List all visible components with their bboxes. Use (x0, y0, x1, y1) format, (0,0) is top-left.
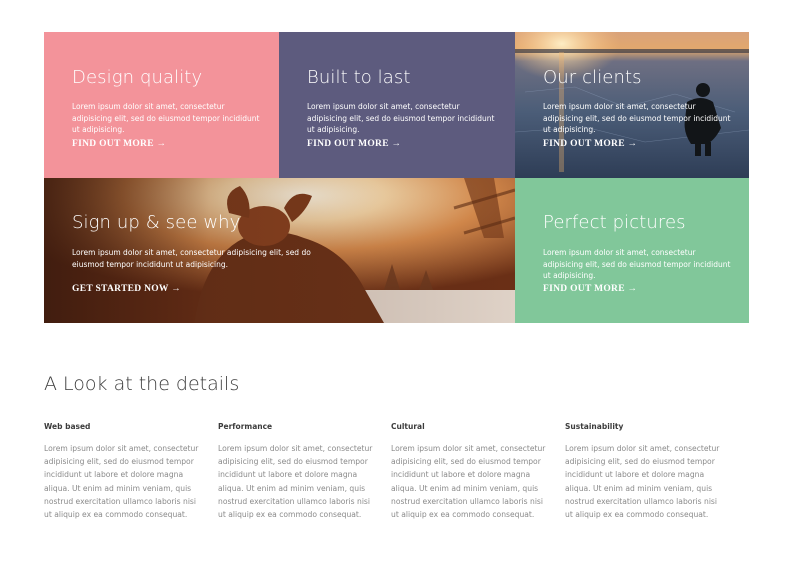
detail-text: Lorem ipsum dolor sit amet, consectetur … (565, 444, 720, 520)
tile-description: Lorem ipsum dolor sit amet, consectetur … (543, 102, 731, 134)
tile-description: Lorem ipsum dolor sit amet, consectetur … (543, 248, 731, 280)
tile-design-quality: Design quality Lorem ipsum dolor sit ame… (44, 32, 279, 178)
detail-column-performance: Performance Lorem ipsum dolor sit amet, … (218, 422, 376, 521)
detail-text: Lorem ipsum dolor sit amet, consectetur … (391, 444, 546, 520)
tile-built-to-last: Built to last Lorem ipsum dolor sit amet… (279, 32, 515, 178)
detail-heading: Performance (218, 422, 273, 431)
find-out-more-link[interactable]: FIND OUT MORE → (543, 139, 637, 149)
find-out-more-link[interactable]: FIND OUT MORE → (307, 139, 401, 149)
tile-perfect-pictures: Perfect pictures Lorem ipsum dolor sit a… (515, 178, 749, 323)
tile-description: Lorem ipsum dolor sit amet, consectetur … (72, 102, 260, 134)
tile-title: Built to last (307, 67, 411, 88)
tile-title: Design quality (72, 67, 203, 88)
find-out-more-link[interactable]: FIND OUT MORE → (543, 284, 637, 294)
find-out-more-link[interactable]: FIND OUT MORE → (72, 139, 166, 149)
tile-title: Our clients (543, 67, 642, 88)
tile-description: Lorem ipsum dolor sit amet, consectetur … (72, 248, 311, 269)
detail-heading: Web based (44, 422, 91, 431)
detail-heading: Sustainability (565, 422, 624, 431)
detail-column-web-based: Web based Lorem ipsum dolor sit amet, co… (44, 422, 202, 521)
detail-text: Lorem ipsum dolor sit amet, consectetur … (218, 444, 373, 520)
detail-text: Lorem ipsum dolor sit amet, consectetur … (44, 444, 199, 520)
details-section-title: A Look at the details (44, 373, 240, 395)
tile-our-clients: Our clients Lorem ipsum dolor sit amet, … (515, 32, 749, 178)
get-started-now-link[interactable]: GET STARTED NOW → (72, 284, 181, 294)
tile-sign-up: Sign up & see why Lorem ipsum dolor sit … (44, 178, 515, 323)
tile-title: Sign up & see why (72, 212, 241, 233)
detail-column-sustainability: Sustainability Lorem ipsum dolor sit ame… (565, 422, 723, 521)
detail-heading: Cultural (391, 422, 425, 431)
tile-description: Lorem ipsum dolor sit amet, consectetur … (307, 102, 495, 134)
feature-tiles-grid: Design quality Lorem ipsum dolor sit ame… (44, 32, 749, 323)
tile-title: Perfect pictures (543, 212, 686, 233)
detail-column-cultural: Cultural Lorem ipsum dolor sit amet, con… (391, 422, 549, 521)
